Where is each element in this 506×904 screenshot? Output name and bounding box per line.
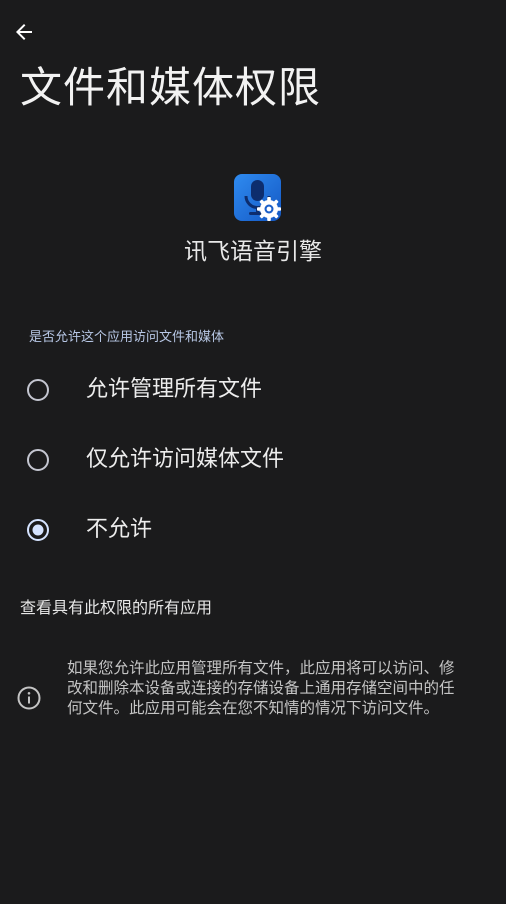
option-label: 仅允许访问媒体文件 [86, 447, 285, 472]
option-label: 不允许 [86, 517, 153, 542]
option-media-only[interactable]: 仅允许访问媒体文件 [0, 430, 506, 490]
app-name: 讯飞语音引擎 [184, 239, 322, 265]
microphone-gear-icon [234, 174, 281, 221]
back-button[interactable] [8, 16, 40, 48]
option-label: 允许管理所有文件 [86, 377, 263, 402]
view-all-apps-link[interactable]: 查看具有此权限的所有应用 [20, 596, 212, 620]
option-deny[interactable]: 不允许 [0, 500, 506, 560]
arrow-left-icon [16, 24, 32, 40]
radio-unselected[interactable] [26, 378, 50, 402]
permission-question: 是否允许这个应用访问文件和媒体 [29, 330, 225, 345]
info-icon [16, 685, 42, 711]
option-allow-all-files[interactable]: 允许管理所有文件 [0, 360, 506, 420]
radio-selected[interactable] [26, 518, 50, 542]
page-title: 文件和媒体权限 [20, 63, 322, 112]
app-icon [234, 174, 282, 222]
info-description: 如果您允许此应用管理所有文件，此应用将可以访问、修改和删除本设备或连接的存储设备… [67, 659, 455, 717]
radio-unselected[interactable] [26, 448, 50, 472]
